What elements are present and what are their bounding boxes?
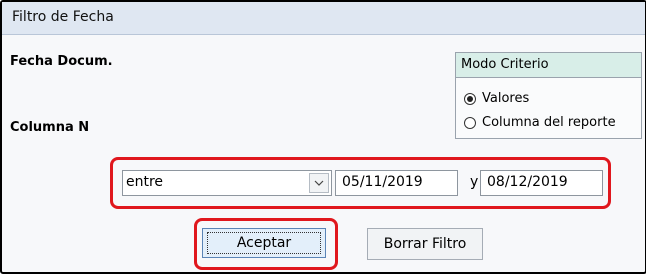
fecha-docum-label: Fecha Docum. <box>10 54 113 69</box>
radio-unselected-icon[interactable] <box>464 116 476 129</box>
date-to-input[interactable]: 08/12/2019 <box>480 170 603 196</box>
focus-rectangle <box>207 232 321 254</box>
radio-valores-label: Valores <box>482 91 530 106</box>
modo-criterio-group: Modo Criterio Valores Columna del report… <box>455 52 642 139</box>
range-connector-label: y <box>470 174 479 190</box>
modo-criterio-title: Modo Criterio <box>456 53 641 78</box>
operator-value: entre <box>126 174 164 190</box>
radio-valores[interactable]: Valores <box>464 91 529 106</box>
radio-columna-reporte[interactable]: Columna del reporte <box>464 115 616 130</box>
date-from-value: 05/11/2019 <box>342 174 423 190</box>
accept-button[interactable]: Aceptar <box>202 228 326 258</box>
title-bar: Filtro de Fecha <box>2 2 645 35</box>
dialog-title: Filtro de Fecha <box>12 9 114 25</box>
radio-columna-reporte-label: Columna del reporte <box>482 115 616 130</box>
operator-select[interactable]: entre <box>122 170 332 196</box>
date-filter-dialog: Filtro de Fecha Fecha Docum. Columna N M… <box>0 0 646 274</box>
chevron-down-icon[interactable] <box>309 173 329 193</box>
date-from-input[interactable]: 05/11/2019 <box>335 170 458 196</box>
date-to-value: 08/12/2019 <box>487 174 568 190</box>
clear-filter-button-label: Borrar Filtro <box>383 236 467 252</box>
columna-n-label: Columna N <box>10 120 90 135</box>
radio-selected-icon[interactable] <box>464 92 476 105</box>
clear-filter-button[interactable]: Borrar Filtro <box>367 228 483 260</box>
